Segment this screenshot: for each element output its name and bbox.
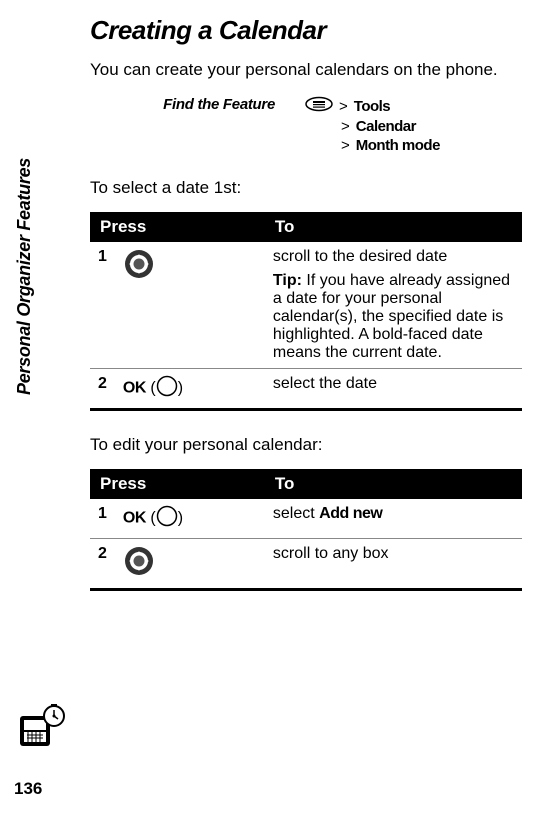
menu-path-tools: Tools [354, 98, 390, 115]
navigation-key-icon [123, 545, 155, 582]
table-row: 2 OK ( ) select the date [90, 369, 522, 410]
tip-text: If you have already assigned a date for … [273, 272, 510, 361]
step-number: 1 [90, 242, 115, 369]
find-feature-block: Find the Feature > Tools > Calendar [90, 96, 522, 156]
find-feature-label: Find the Feature [90, 96, 275, 113]
tip-label: Tip: [273, 272, 302, 289]
edit-calendar-table: Press To 1 OK ( ) select Add new [90, 469, 522, 591]
step-description: scroll to the desired date [273, 248, 514, 266]
step-number: 2 [90, 369, 115, 410]
page-number: 136 [14, 779, 42, 799]
ok-label: OK [123, 380, 146, 397]
softkey-icon [156, 505, 178, 532]
step-description: select the date [265, 369, 522, 410]
column-header-to: To [265, 469, 522, 499]
menu-path-monthmode: Month mode [356, 137, 440, 154]
ok-label: OK [123, 510, 146, 527]
navigation-key-icon [123, 248, 155, 285]
page: Personal Organizer Features 136 Creating… [0, 0, 552, 819]
menu-path-calendar: Calendar [356, 118, 416, 135]
column-header-press: Press [90, 212, 265, 242]
page-title: Creating a Calendar [90, 15, 522, 46]
edit-calendar-text: To edit your personal calendar: [90, 435, 522, 455]
table-row: 1 scroll t [90, 242, 522, 369]
sidebar-section-label: Personal Organizer Features [14, 158, 35, 395]
add-new-label: Add new [319, 505, 382, 522]
column-header-to: To [265, 212, 522, 242]
table-row: 2 scroll to any box [90, 539, 522, 590]
step-description: scroll to any box [265, 539, 522, 590]
table-row: 1 OK ( ) select Add new [90, 499, 522, 539]
step-number: 1 [90, 499, 115, 539]
intro-text: You can create your personal calendars o… [90, 60, 522, 80]
menu-icon [305, 96, 333, 116]
select-date-table: Press To 1 [90, 212, 522, 411]
calendar-device-icon [14, 702, 66, 759]
softkey-icon [156, 375, 178, 402]
feature-path: > Tools > Calendar > Month mode [305, 96, 522, 156]
step-description-prefix: select [273, 505, 319, 522]
select-date-text: To select a date 1st: [90, 178, 522, 198]
step-number: 2 [90, 539, 115, 590]
column-header-press: Press [90, 469, 265, 499]
